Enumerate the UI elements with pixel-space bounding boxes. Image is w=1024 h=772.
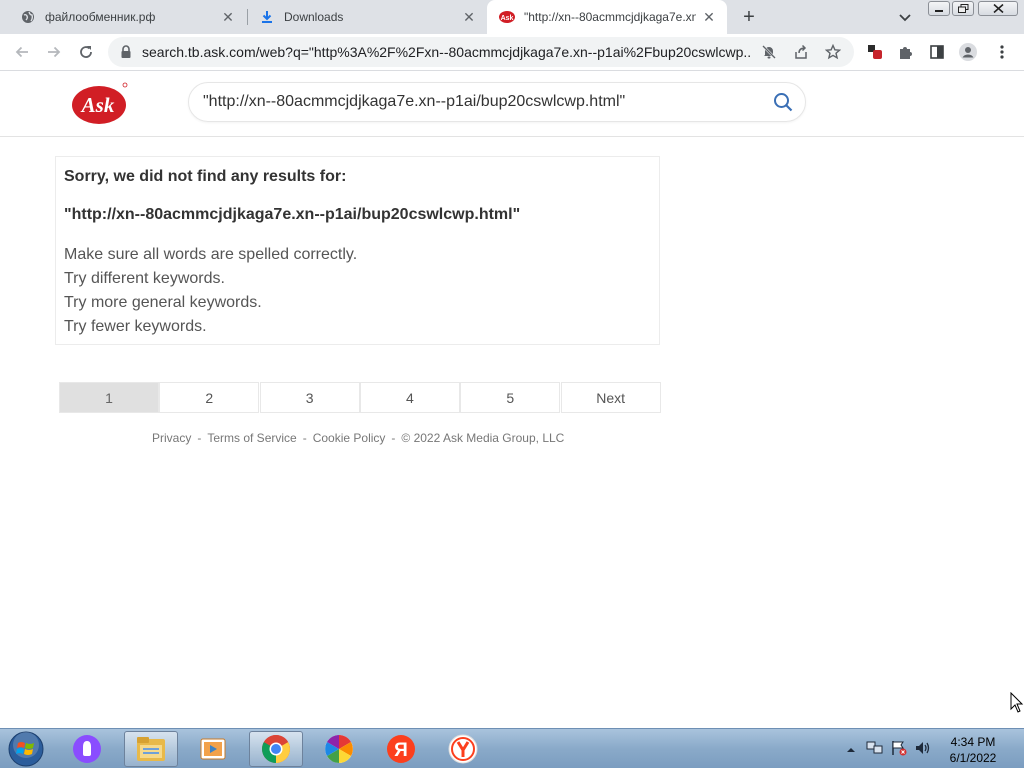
extension-red-icon[interactable] bbox=[866, 43, 884, 61]
yandex-browser-icon[interactable] bbox=[436, 731, 490, 767]
suggestion-item: Try fewer keywords. bbox=[64, 318, 207, 335]
ask-header: Ask "http://xn--80acmmcjdjkaga7e.xn--p1a… bbox=[0, 71, 1024, 137]
start-button[interactable] bbox=[6, 731, 46, 767]
download-icon bbox=[259, 9, 275, 25]
ask-logo[interactable]: Ask bbox=[72, 81, 129, 125]
media-player-icon[interactable] bbox=[186, 731, 240, 767]
side-panel-icon[interactable] bbox=[928, 43, 946, 61]
no-results-heading: Sorry, we did not find any results for: bbox=[64, 168, 347, 185]
page-3-button[interactable]: 3 bbox=[259, 382, 360, 413]
globe-icon bbox=[20, 9, 36, 25]
terms-link[interactable]: Terms of Service bbox=[207, 431, 296, 445]
page-1-button[interactable]: 1 bbox=[59, 382, 159, 413]
tab-title: файлообменник.рф bbox=[45, 10, 156, 24]
cookie-policy-link[interactable]: Cookie Policy bbox=[313, 431, 386, 445]
footer-separator: - bbox=[391, 431, 396, 445]
yandex-icon[interactable]: Я bbox=[374, 731, 428, 767]
network-icon[interactable] bbox=[866, 740, 884, 761]
ask-logo-text: Ask bbox=[80, 93, 115, 117]
restore-button[interactable] bbox=[952, 1, 974, 16]
tab-downloads[interactable]: Downloads ✕ bbox=[239, 0, 487, 34]
menu-kebab-icon[interactable] bbox=[993, 43, 1011, 61]
tab-strip: файлообменник.рф ✕ Downloads ✕ Ask "http… bbox=[0, 0, 1024, 34]
tab-title: "http://xn--80acmmcjdjkaga7e.xn--p1ai/bu… bbox=[524, 10, 696, 24]
suggestion-item: Try more general keywords. bbox=[64, 294, 262, 311]
new-tab-button[interactable]: + bbox=[738, 6, 760, 28]
alice-icon[interactable] bbox=[60, 731, 114, 767]
page-5-button[interactable]: 5 bbox=[460, 382, 561, 413]
tab-search-icon[interactable] bbox=[896, 8, 914, 26]
svg-text:Ask: Ask bbox=[501, 15, 514, 22]
chrome-icon[interactable] bbox=[249, 731, 303, 767]
page-4-button[interactable]: 4 bbox=[359, 382, 460, 413]
tab-title: Downloads bbox=[284, 10, 344, 24]
suggestions-list: Make sure all words are spelled correctl… bbox=[64, 243, 357, 339]
minimize-button[interactable] bbox=[928, 1, 950, 16]
pagination: 1 2 3 4 5 Next bbox=[59, 382, 661, 413]
tab-fileshare[interactable]: файлообменник.рф ✕ bbox=[0, 0, 246, 34]
url-text[interactable]: search.tb.ask.com/web?q="http%3A%2F%2Fxn… bbox=[142, 44, 752, 60]
profile-avatar-icon[interactable] bbox=[959, 43, 977, 61]
show-hidden-icons-icon[interactable] bbox=[846, 742, 856, 760]
clock-date: 6/1/2022 bbox=[949, 751, 997, 765]
privacy-link[interactable]: Privacy bbox=[152, 431, 191, 445]
close-tab-icon[interactable]: ✕ bbox=[220, 9, 236, 25]
search-box[interactable]: "http://xn--80acmmcjdjkaga7e.xn--p1ai/bu… bbox=[188, 82, 806, 122]
close-tab-icon[interactable]: ✕ bbox=[701, 9, 717, 25]
back-button[interactable] bbox=[12, 42, 32, 62]
copyright-text: © 2022 Ask Media Group, LLC bbox=[401, 431, 565, 445]
bookmark-star-icon[interactable] bbox=[824, 43, 842, 61]
extensions-puzzle-icon[interactable] bbox=[897, 43, 915, 61]
notifications-blocked-icon[interactable] bbox=[760, 43, 778, 61]
address-bar[interactable]: search.tb.ask.com/web?q="http%3A%2F%2Fxn… bbox=[108, 37, 854, 67]
system-clock[interactable]: 4:34 PM 6/1/2022 bbox=[930, 734, 1016, 766]
close-window-button[interactable] bbox=[978, 1, 1018, 16]
page-2-button[interactable]: 2 bbox=[159, 382, 260, 413]
reload-button[interactable] bbox=[76, 42, 96, 62]
close-tab-icon[interactable]: ✕ bbox=[461, 9, 477, 25]
lock-icon[interactable] bbox=[120, 45, 132, 59]
footer: Privacy - Terms of Service - Cookie Policy - ©… bbox=[152, 431, 564, 445]
action-center-flag-icon[interactable] bbox=[890, 740, 908, 761]
suggestion-item: Make sure all words are spelled correctl… bbox=[64, 246, 358, 263]
photos-icon[interactable] bbox=[312, 731, 366, 767]
file-explorer-icon[interactable] bbox=[124, 731, 178, 767]
ask-icon: Ask bbox=[499, 9, 515, 25]
search-icon[interactable] bbox=[773, 92, 793, 112]
share-icon[interactable] bbox=[792, 43, 810, 61]
next-page-button[interactable]: Next bbox=[560, 382, 661, 413]
footer-separator: - bbox=[197, 431, 202, 445]
svg-text:Я: Я bbox=[394, 740, 408, 761]
suggestion-item: Try different keywords. bbox=[64, 270, 225, 287]
forward-button[interactable] bbox=[44, 42, 64, 62]
browser-toolbar: search.tb.ask.com/web?q="http%3A%2F%2Fxn… bbox=[0, 34, 1024, 71]
tab-ask-search[interactable]: Ask "http://xn--80acmmcjdjkaga7e.xn--p1a… bbox=[487, 0, 727, 34]
search-input[interactable]: "http://xn--80acmmcjdjkaga7e.xn--p1ai/bu… bbox=[203, 93, 625, 111]
footer-separator: - bbox=[302, 431, 307, 445]
no-results-query: "http://xn--80acmmcjdjkaga7e.xn--p1ai/bu… bbox=[64, 206, 521, 223]
clock-time: 4:34 PM bbox=[950, 735, 996, 749]
no-results-panel: Sorry, we did not find any results for: … bbox=[55, 156, 660, 345]
windows-taskbar: Я 4:34 PM 6/1/2022 bbox=[0, 728, 1024, 768]
mouse-cursor-icon bbox=[1010, 691, 1024, 719]
